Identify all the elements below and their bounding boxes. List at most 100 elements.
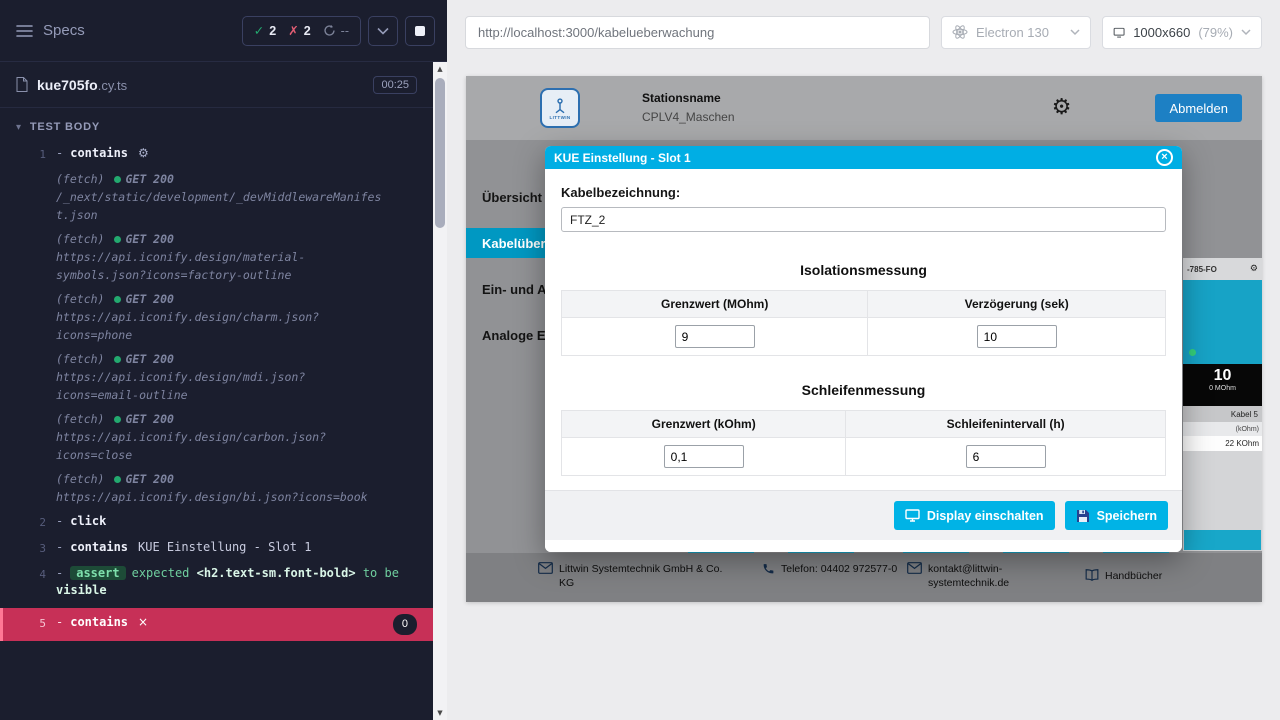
spec-file-icon: [16, 77, 28, 92]
command-row-assert[interactable]: 4 assertexpected <h2.text-sm.font-bold> …: [0, 561, 433, 603]
display-einschalten-button[interactable]: Display einschalten: [894, 501, 1055, 530]
display-icon: [905, 509, 920, 522]
fetch-status: GET 200: [125, 292, 173, 306]
url-input[interactable]: [465, 16, 930, 49]
success-dot-icon: [114, 176, 121, 183]
command-row-contains-failed[interactable]: 5 contains× 0: [0, 608, 433, 641]
spec-duration-badge: 00:25: [373, 76, 417, 94]
command-number: 3: [0, 539, 56, 557]
station-label: Stationsname: [642, 89, 735, 108]
fetch-status: GET 200: [125, 172, 173, 186]
fetch-label: (fetch): [56, 472, 104, 486]
viewport-select[interactable]: 1000x660 (79%): [1102, 16, 1262, 49]
kue-settings-modal: KUE Einstellung - Slot 1 × Kabelbezeichn…: [545, 146, 1182, 552]
reporter-scrollbar: ▲ ▼: [433, 62, 447, 720]
kabelbezeichnung-input[interactable]: [561, 207, 1166, 232]
fetch-status: GET 200: [125, 232, 173, 246]
footer-phone-text: Telefon: 04402 972577-0: [781, 562, 903, 576]
command-method: contains: [70, 146, 128, 160]
stop-button[interactable]: [405, 16, 435, 46]
passed-check-icon: ✓: [254, 23, 264, 38]
success-dot-icon: [114, 236, 121, 243]
command-body: contains×: [56, 614, 393, 631]
fetch-url: https://api.iconify.design/material-symb…: [56, 248, 388, 284]
specs-list-icon[interactable]: [16, 24, 33, 38]
column-header-verzoegerung: Verzögerung (sek): [868, 291, 1166, 318]
save-button-label: Speichern: [1097, 509, 1157, 523]
speichern-button[interactable]: Speichern: [1065, 501, 1168, 530]
command-arg: KUE Einstellung - Slot 1: [138, 540, 311, 554]
chevron-down-icon: [1070, 29, 1080, 36]
spec-file-name: kue705fo.cy.ts: [37, 77, 127, 93]
slot-card-panel: [1183, 280, 1262, 364]
success-dot-icon: [114, 296, 121, 303]
stat-failed: ✗ 2: [288, 23, 310, 38]
settings-gear-icon[interactable]: ⚙: [1052, 97, 1072, 119]
assert-state: visible: [56, 583, 107, 597]
littwin-logo-icon: [551, 97, 569, 115]
viewport-zoom: (79%): [1198, 25, 1233, 40]
suite-chevron-icon: ▾: [16, 122, 22, 133]
fetch-url: https://api.iconify.design/charm.json?ic…: [56, 308, 388, 344]
suite-toggle[interactable]: ▾ TEST BODY: [0, 108, 433, 138]
failed-count: 2: [304, 24, 311, 38]
command-row-click[interactable]: 2 click: [0, 509, 433, 535]
stop-icon: [415, 26, 425, 36]
schleifenintervall-input[interactable]: [966, 445, 1046, 468]
test-stats: ✓ 2 ✗ 2 --: [242, 16, 361, 46]
column-header-schleifenintervall: Schleifenintervall (h): [846, 411, 1166, 438]
spec-file-row: kue705fo.cy.ts 00:25: [0, 62, 433, 108]
email-icon: [538, 562, 553, 574]
command-number: 5: [3, 614, 56, 632]
fetch-label: (fetch): [56, 232, 104, 246]
scrollbar-thumb[interactable]: [435, 78, 445, 228]
command-method: contains: [70, 540, 128, 554]
table-cell: [846, 438, 1166, 476]
spec-file-ext: .cy.ts: [98, 78, 127, 93]
logo-text: LITTWIN: [549, 115, 570, 120]
slot-card-button-partial: [1184, 530, 1261, 550]
footer-manuals[interactable]: Handbücher: [1085, 569, 1162, 583]
save-floppy-icon: [1076, 509, 1090, 523]
success-dot-icon: [114, 356, 121, 363]
fetch-log-entry: (fetch)GET 200 https://api.iconify.desig…: [56, 287, 388, 347]
status-dot-icon: [1189, 349, 1196, 356]
slot-card-header: -785-FO ⚙: [1183, 258, 1262, 280]
electron-atom-icon: [952, 24, 968, 40]
footer-company-text: Littwin Systemtechnik GmbH & Co. KG: [559, 562, 731, 590]
chevron-down-icon: [377, 27, 389, 35]
scroll-up-arrow-icon[interactable]: ▲: [433, 62, 447, 76]
logout-button[interactable]: Abmelden: [1155, 94, 1242, 122]
assert-element: <h2.text-sm.font-bold>: [197, 566, 356, 580]
column-header-grenzwert-mohm: Grenzwert (MOhm): [562, 291, 868, 318]
modal-close-icon[interactable]: ×: [1156, 149, 1173, 166]
contains-arg-gear-icon: ⚙: [138, 146, 149, 160]
slot-display: 10 0 MOhm: [1183, 364, 1262, 406]
fetch-label: (fetch): [56, 172, 104, 186]
collapse-panel-button[interactable]: [368, 16, 398, 46]
assert-badge: assert: [70, 566, 125, 580]
station-info: Stationsname CPLV4_Maschen: [642, 89, 735, 126]
contains-arg-close-icon: ×: [138, 615, 148, 629]
verzoegerung-input[interactable]: [977, 325, 1057, 348]
grenzwert-kohm-input[interactable]: [664, 445, 744, 468]
reporter-controls: ✓ 2 ✗ 2 --: [242, 16, 435, 46]
grenzwert-mohm-input[interactable]: [675, 325, 755, 348]
command-number: 2: [0, 513, 56, 531]
browser-select[interactable]: Electron 130: [941, 16, 1091, 49]
failed-cross-icon: ✗: [288, 23, 298, 38]
command-row-contains-title[interactable]: 3 contains KUE Einstellung - Slot 1: [0, 535, 433, 561]
command-row-contains-gear[interactable]: 1 contains⚙: [0, 141, 433, 167]
footer-manuals-text: Handbücher: [1105, 569, 1162, 583]
success-dot-icon: [114, 416, 121, 423]
screen: Specs ✓ 2 ✗ 2 --: [0, 0, 1280, 720]
email-icon: [907, 562, 922, 574]
reporter-body: kue705fo.cy.ts 00:25 ▾ TEST BODY 1 conta…: [0, 62, 433, 720]
fetch-log-entry: (fetch)GET 200 https://api.iconify.desig…: [56, 467, 388, 509]
littwin-logo: LITTWIN: [540, 88, 580, 128]
fetch-url: https://api.iconify.design/carbon.json?i…: [56, 428, 388, 464]
phone-icon: [762, 562, 775, 575]
stage: Electron 130 1000x660 (79%) LITTWIN Stat…: [447, 0, 1280, 720]
footer-phone: Telefon: 04402 972577-0: [762, 562, 903, 576]
scroll-down-arrow-icon[interactable]: ▼: [433, 706, 447, 720]
